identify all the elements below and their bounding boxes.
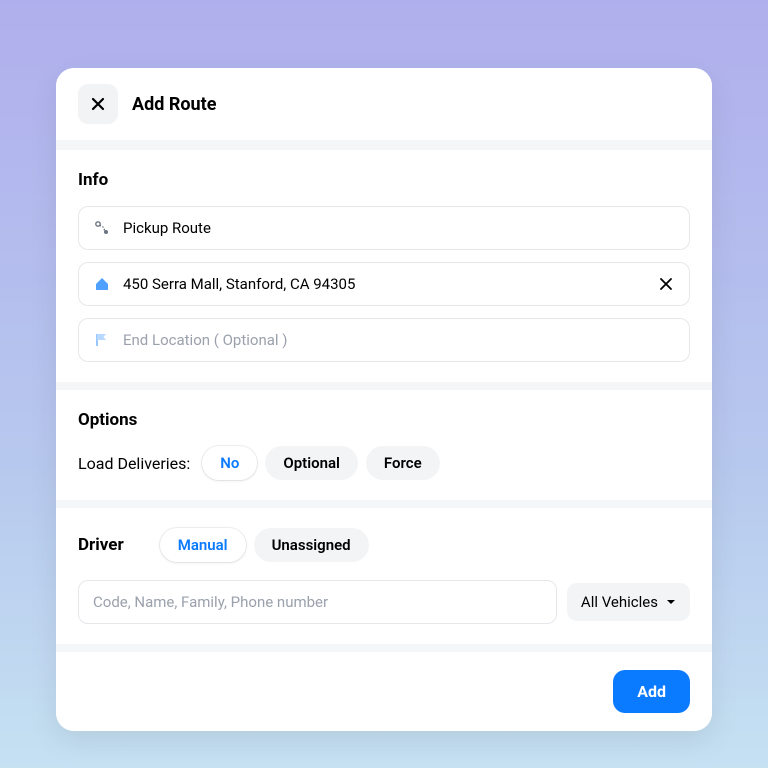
dialog-title: Add Route (132, 94, 216, 115)
route-name-field[interactable]: Pickup Route (78, 206, 690, 250)
driver-section: Driver Manual Unassigned All Vehicles (56, 508, 712, 644)
options-heading: Options (78, 410, 690, 430)
route-name-value: Pickup Route (123, 219, 675, 237)
info-heading: Info (78, 170, 690, 190)
load-option-optional[interactable]: Optional (265, 446, 358, 480)
vehicle-filter-select[interactable]: All Vehicles (567, 583, 690, 621)
home-icon (93, 275, 111, 293)
driver-search-row: All Vehicles (78, 580, 690, 624)
driver-tab-unassigned[interactable]: Unassigned (254, 528, 369, 562)
load-deliveries-label: Load Deliveries: (78, 454, 190, 473)
add-button[interactable]: Add (613, 670, 690, 713)
load-option-no[interactable]: No (202, 446, 257, 480)
start-location-field[interactable]: 450 Serra Mall, Stanford, CA 94305 (78, 262, 690, 306)
driver-header-row: Driver Manual Unassigned (78, 528, 690, 562)
end-location-field[interactable]: End Location ( Optional ) (78, 318, 690, 362)
load-option-force[interactable]: Force (366, 446, 440, 480)
dialog-footer: Add (56, 652, 712, 731)
load-deliveries-row: Load Deliveries: No Optional Force (78, 446, 690, 480)
dialog-header: Add Route (56, 68, 712, 140)
vehicle-filter-label: All Vehicles (581, 593, 658, 611)
close-button[interactable] (78, 84, 118, 124)
driver-heading: Driver (78, 535, 124, 555)
clear-icon (657, 275, 675, 293)
end-location-placeholder: End Location ( Optional ) (123, 331, 675, 349)
start-location-value: 450 Serra Mall, Stanford, CA 94305 (123, 275, 645, 293)
clear-start-button[interactable] (657, 275, 675, 293)
add-route-dialog: Add Route Info Pickup Route 450 Serra Ma… (56, 68, 712, 731)
route-icon (93, 219, 111, 237)
flag-icon (93, 331, 111, 349)
info-section: Info Pickup Route 450 Serra Mall, Stanfo… (56, 150, 712, 382)
load-deliveries-toggle: No Optional Force (202, 446, 439, 480)
driver-tab-manual[interactable]: Manual (160, 528, 246, 562)
driver-search-input[interactable] (78, 580, 557, 624)
driver-mode-toggle: Manual Unassigned (160, 528, 369, 562)
chevron-down-icon (666, 597, 676, 607)
options-section: Options Load Deliveries: No Optional For… (56, 390, 712, 500)
close-icon (89, 95, 107, 113)
